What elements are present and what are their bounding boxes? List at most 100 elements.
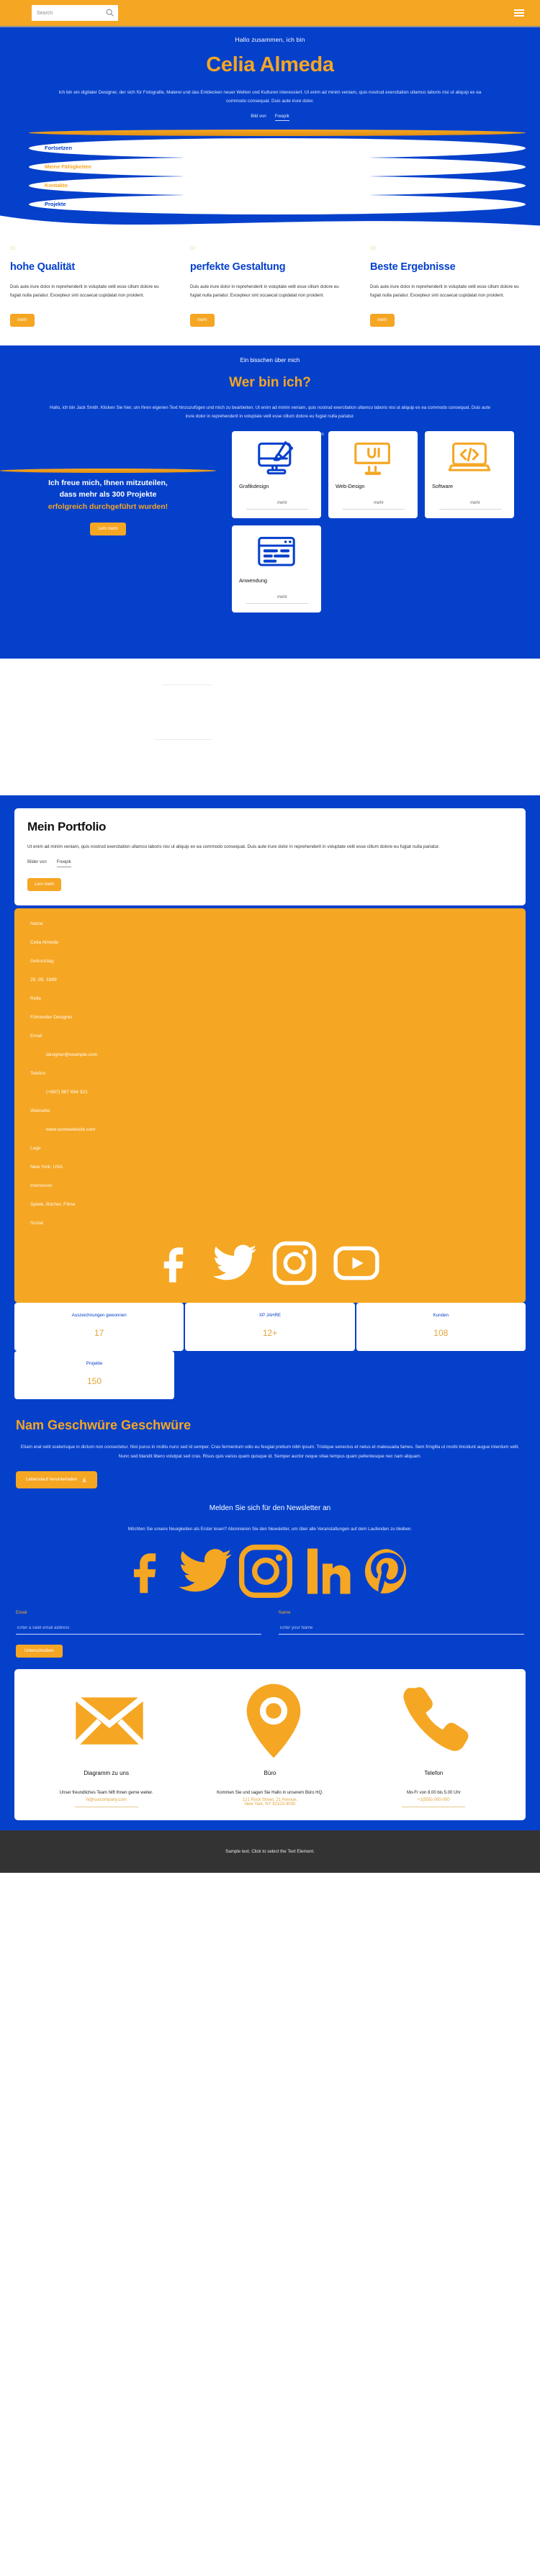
footer: Sample text. Click to select the Text El… — [0, 1830, 540, 1874]
sidebar-item-faehigkeiten[interactable]: Meine Fähigkeiten — [29, 156, 526, 177]
monitor-paintbrush-icon — [258, 441, 294, 475]
oval-label: Kontakte — [45, 182, 68, 189]
map-pin-icon — [246, 1684, 301, 1758]
service-card-more[interactable]: mehr — [246, 501, 308, 510]
phone-icon — [403, 1686, 468, 1751]
nam-section: Nam Geschwüre Geschwüre Etiam erat velit… — [0, 1406, 540, 1488]
contact-email-link[interactable]: hi@ourcompany.com — [30, 1798, 182, 1802]
youtube-icon[interactable] — [330, 1239, 383, 1287]
monitor-ui-icon — [354, 442, 390, 475]
facebook-icon[interactable] — [157, 1239, 199, 1287]
stats-row: Auszeichnungen gewonnen 17 XP JAHRE 12+ … — [14, 1303, 526, 1352]
credit-label: Bilder von — [27, 860, 47, 865]
feature-more-button[interactable]: mehr — [370, 313, 395, 327]
service-card-anwendung[interactable]: Anwendung mehr — [232, 525, 321, 613]
sidebar-item-projekte[interactable]: Projekte — [29, 194, 526, 214]
page-title: Celia Almeda — [206, 53, 334, 76]
info-key-webseite: Webseite — [30, 1108, 50, 1114]
portfolio-title: Mein Portfolio — [27, 820, 107, 834]
service-card-webdesign[interactable]: Web-Design mehr — [328, 431, 418, 519]
contact-col-office-body: Kommen Sie und sagen Sie Hallo in unsere… — [188, 1789, 351, 1808]
about-learn-more-button[interactable]: Lern mehr — [90, 522, 126, 535]
about-section: Ein bisschen über mich Wer bin ich? Hall… — [0, 345, 540, 659]
info-key-name: Name — [30, 921, 43, 927]
burger-line — [514, 15, 524, 17]
stat-value: 17 — [94, 1328, 104, 1339]
linkedin-icon[interactable] — [297, 1541, 358, 1601]
about-claim-line1: Ich freue mich, Ihnen mitzuteilen, — [48, 479, 168, 488]
contact-text: Unser freundliches Team hilft Ihnen gern… — [59, 1790, 153, 1795]
page-root: Hallo zusammen, ich bin Celia Almeda Ich… — [0, 0, 540, 1874]
info-value-webseite[interactable]: www.somewebsite.com — [30, 1127, 510, 1132]
instagram-icon[interactable] — [237, 1541, 294, 1601]
download-cv-button[interactable]: Lebenslauf herunterladen — [16, 1470, 98, 1488]
info-value-email[interactable]: designer@example.com — [30, 1052, 510, 1057]
feature-more-button[interactable]: mehr — [10, 313, 35, 327]
credit-link-freepik[interactable]: Freepik — [274, 114, 289, 121]
twitter-icon[interactable] — [210, 1239, 259, 1287]
feature-card: 02 perfekte Gestaltung Duis aute irure d… — [180, 246, 360, 327]
facebook-icon[interactable] — [126, 1541, 174, 1601]
feature-text: Duis aute irure dolor in reprehenderit i… — [190, 284, 339, 298]
ghost-line — [155, 739, 212, 741]
stats-section: Auszeichnungen gewonnen 17 XP JAHRE 12+ … — [0, 1303, 540, 1407]
email-input[interactable] — [16, 1622, 261, 1635]
contact-title: Büro — [264, 1769, 276, 1776]
envelope-icon — [73, 1694, 145, 1747]
twitter-icon[interactable] — [176, 1541, 234, 1601]
laptop-code-icon — [448, 442, 491, 471]
burger-line — [514, 9, 524, 11]
stat-card-xp-jahre: XP JAHRE 12+ — [185, 1303, 355, 1352]
search-input[interactable] — [32, 5, 118, 22]
about-claim-line3: erfolgreich durchgeführt wurden! — [48, 502, 168, 511]
contact-text: Kommen Sie und sagen Sie Hallo in unsere… — [217, 1790, 323, 1795]
name-label: Name — [279, 1609, 291, 1615]
feature-more-button[interactable]: mehr — [190, 313, 215, 327]
oval-label: Meine Fähigkeiten — [45, 163, 92, 171]
stat-card-auszeichnungen: Auszeichnungen gewonnen 17 — [14, 1303, 184, 1352]
newsletter-title: Melden Sie sich für den Newsletter an — [209, 1504, 331, 1512]
sidebar-item-fortsetzen[interactable]: Fortsetzen — [29, 137, 526, 158]
download-cv-label: Lebenslauf herunterladen — [26, 1477, 78, 1483]
sidebar-item-kontakte[interactable]: Kontakte — [29, 175, 526, 196]
name-input[interactable] — [279, 1622, 524, 1635]
top-header-bar — [0, 0, 540, 27]
stat-card-kunden: Kunden 108 — [356, 1303, 526, 1352]
portfolio-learn-more-button[interactable]: Lern mehr — [27, 878, 62, 892]
contact-col-office: Büro — [188, 1766, 351, 1789]
service-card-software[interactable]: Software mehr — [425, 431, 514, 519]
hamburger-menu-icon[interactable] — [514, 9, 524, 17]
search-container — [32, 5, 118, 22]
service-card-more[interactable]: mehr — [343, 501, 405, 510]
info-key-rolle: Rolle — [30, 996, 42, 1002]
service-card-more[interactable]: mehr — [439, 501, 501, 510]
stat-label: Projekte — [86, 1361, 103, 1367]
info-key-geburtstag: Geburtstag — [30, 959, 54, 964]
feature-card: 01 hohe Qualität Duis aute irure dolor i… — [0, 246, 180, 327]
info-key-email: Email — [30, 1034, 42, 1039]
info-key-lage: Lage — [30, 1146, 41, 1152]
contact-phone-link[interactable]: +1(555) 000-000 — [358, 1798, 510, 1802]
oval-label: Projekte — [45, 201, 66, 208]
newsletter-submit-button[interactable]: Unterschreiben — [16, 1644, 63, 1658]
contact-address-link[interactable]: 121 Rock Street, 21 Avenue, New York, NY… — [194, 1798, 346, 1807]
service-card-row: Anwendung mehr — [232, 525, 527, 613]
pinterest-icon[interactable] — [361, 1541, 414, 1601]
about-divider — [0, 469, 216, 474]
contact-bottom-spacer — [0, 1820, 540, 1831]
instagram-icon[interactable] — [271, 1239, 318, 1287]
oval-divider — [29, 129, 526, 136]
info-value-interessen: Spiele, Bücher, Filme — [30, 1202, 76, 1208]
nam-paragraph: Etiam erat velit scelerisque in dictum n… — [20, 1445, 520, 1459]
credit-link-freepik[interactable]: Freepik — [56, 860, 71, 868]
stat-value: 108 — [433, 1328, 449, 1339]
info-value-rolle: Führender Designer — [30, 1015, 73, 1021]
info-social-icons — [30, 1239, 510, 1287]
info-value-telefon[interactable]: (+987) 987 654 321 — [30, 1090, 510, 1095]
service-card-grafikdesign[interactable]: Grafikdesign mehr — [232, 431, 321, 519]
service-card-more[interactable]: mehr — [246, 595, 308, 605]
info-key-telefon: Telefon — [30, 1071, 46, 1077]
feature-number: 03 — [370, 245, 376, 251]
feature-card: 03 Beste Ergebnisse Duis aute irure dolo… — [360, 246, 540, 327]
stat-label: Kunden — [433, 1313, 449, 1319]
